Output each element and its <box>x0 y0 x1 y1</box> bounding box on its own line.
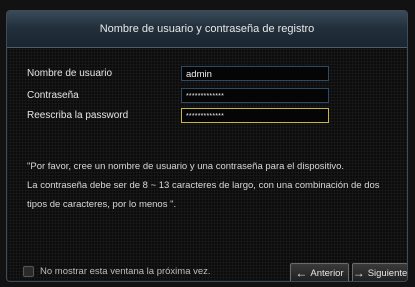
screen-background: Nombre de usuario y contraseña de regist… <box>0 0 415 287</box>
instructions-text: "Por favor, cree un nombre de usuario y … <box>27 157 402 214</box>
registration-dialog: Nombre de usuario y contraseña de regist… <box>6 10 408 282</box>
arrow-left-icon: ← <box>295 266 308 280</box>
previous-button[interactable]: ← Anterior <box>290 263 349 281</box>
password-input[interactable]: ************* <box>181 88 329 103</box>
dont-show-again[interactable]: No mostrar esta ventana la próxima vez. <box>23 266 211 277</box>
dialog-title: Nombre de usuario y contraseña de regist… <box>7 11 407 48</box>
username-label: Nombre de usuario <box>27 68 113 79</box>
next-button[interactable]: → Siguiente <box>352 263 408 281</box>
password-row: Contraseña ************* <box>25 88 331 103</box>
instructions-line-3: tipos de caracteres, por lo menos ". <box>27 199 177 210</box>
password-label: Contraseña <box>27 90 79 101</box>
dont-show-again-label: No mostrar esta ventana la próxima vez. <box>40 266 211 277</box>
confirm-password-input[interactable]: ************* <box>181 108 329 123</box>
instructions-line-1: "Por favor, cree un nombre de usuario y … <box>27 161 345 172</box>
confirm-password-label: Reescriba la password <box>27 110 129 121</box>
confirm-password-row: Reescriba la password ************* <box>25 108 331 123</box>
arrow-right-icon: → <box>352 266 365 280</box>
previous-button-label: Anterior <box>310 267 344 279</box>
next-button-label: Siguiente <box>367 267 408 279</box>
username-input[interactable]: admin <box>181 66 329 81</box>
username-row: Nombre de usuario admin <box>25 66 331 81</box>
dont-show-again-checkbox[interactable] <box>23 266 34 277</box>
instructions-line-2: La contraseña debe ser de 8 ~ 13 caracte… <box>27 180 380 191</box>
